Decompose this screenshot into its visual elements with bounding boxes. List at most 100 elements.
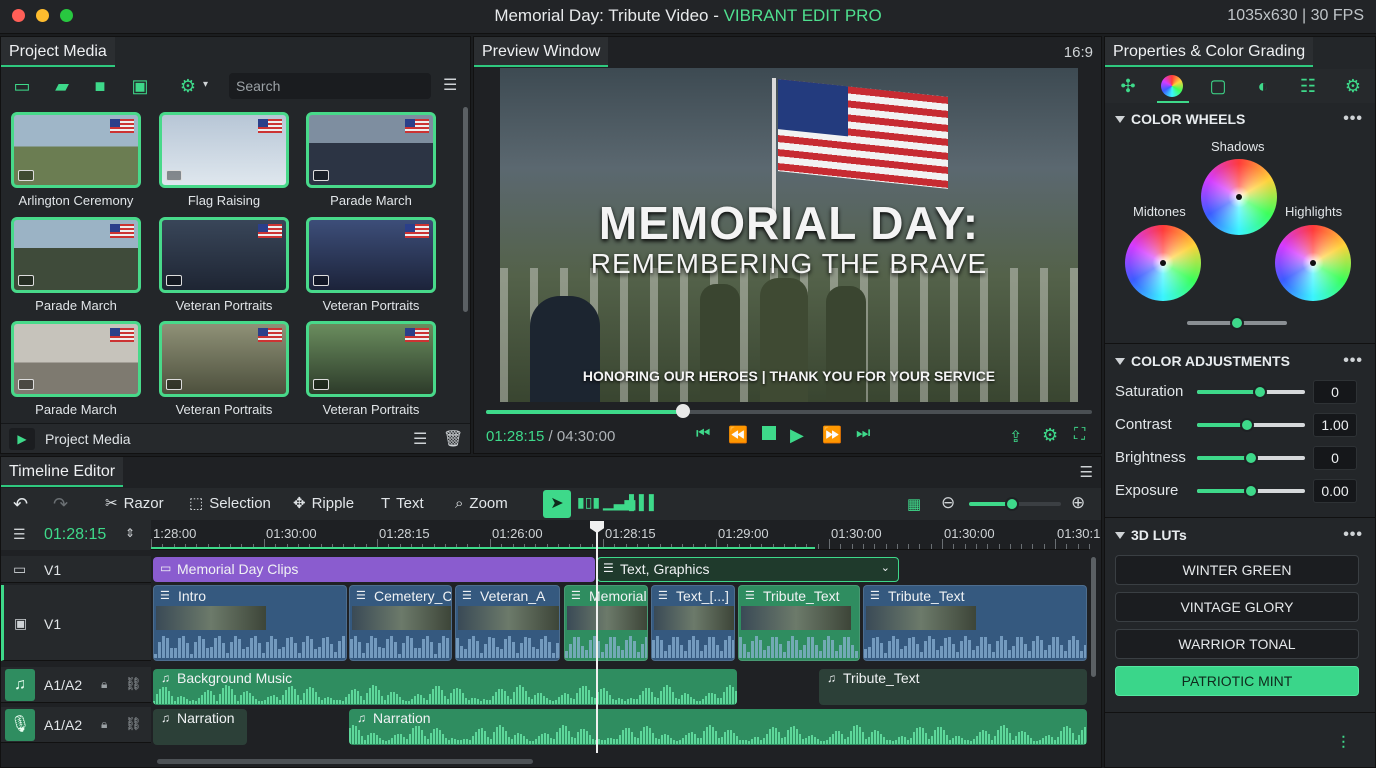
group-clip-memorial-day[interactable]: Memorial Day Clips ▭ [153,557,595,582]
selection-tool[interactable]: ⬚ Selection [189,488,271,520]
tab-timeline-editor[interactable]: Timeline Editor [1,457,124,487]
media-thumbnail[interactable] [11,321,141,397]
adjustment-slider-knob[interactable] [1239,418,1254,432]
waveform-icon[interactable]: ▮▯▮ [577,494,600,511]
razor-tool[interactable]: ✂ Razor [105,488,164,520]
timeline-vscroll[interactable] [1091,557,1096,677]
music-note-icon[interactable]: ♫ [5,669,35,701]
lock-icon[interactable]: 🔒︎ [101,677,107,692]
timeline-menu-icon[interactable]: ☰ [1080,463,1093,481]
color-adjustments-header[interactable]: COLOR ADJUSTMENTS ••• [1105,347,1375,375]
gear-icon[interactable]: ⚙ [1340,73,1366,99]
text-tool[interactable]: T Text [381,488,424,520]
adjustment-value[interactable]: 0 [1313,446,1357,470]
adjustment-slider-knob[interactable] [1244,484,1258,498]
video-clip[interactable]: Tribute_Text ☰ [738,585,860,661]
media-thumbnail[interactable] [306,321,436,397]
adjustment-value[interactable]: 1.00 [1313,413,1357,437]
open-folder-icon[interactable]: ▰ [49,73,75,99]
media-thumbnail[interactable] [159,217,289,293]
timeline-timecode[interactable]: 01:28:15 [44,526,106,544]
undo-icon[interactable]: ↶ [13,488,28,520]
sliders-icon[interactable]: ☷ [1295,73,1321,99]
snap-icon[interactable]: ▦ [907,495,921,513]
group-clip-text-graphics[interactable]: Text, Graphics ☰ ⌄ [597,557,899,582]
more-options-icon[interactable]: ••• [1343,105,1363,133]
tab-project-media[interactable]: Project Media [1,37,115,67]
play-media-button[interactable]: ▶ [9,428,35,450]
luts-header[interactable]: 3D LUTs ••• [1105,521,1375,549]
more-options-icon[interactable]: ••• [1343,347,1363,375]
audio-clip-background-music[interactable]: Background Music ♫ [153,669,737,705]
playhead-handle[interactable] [675,404,690,418]
fullscreen-icon[interactable]: ⛶ [1074,426,1085,444]
sort-icon[interactable]: ☰ [413,429,427,449]
shadows-wheel[interactable] [1201,159,1277,235]
time-ruler[interactable]: 1:28:00 01:30:00 01:28:15 01:26:00 01:28:15 0… [151,520,1100,550]
aspect-ratio[interactable]: 16:9 [1064,44,1093,61]
video-clip[interactable]: Veteran_A ☰ [455,585,560,661]
media-thumbnail[interactable] [159,112,289,188]
midtones-wheel[interactable] [1125,225,1201,301]
audio-clip-narration-1[interactable]: Narration ♫ [153,709,247,745]
stepper-icon[interactable]: ⇕ [125,526,135,540]
more-options-icon[interactable]: ••• [1343,521,1363,549]
wheel-master-knob[interactable] [1230,316,1244,330]
lock-icon[interactable]: 🔒︎ [101,717,107,732]
zoom-slider-knob[interactable] [1005,497,1019,511]
tab-properties[interactable]: Properties & Color Grading [1105,37,1314,67]
audio-clip-narration-2[interactable]: Narration ♫ [349,709,1087,745]
hamburger-icon[interactable]: ☰ [13,526,26,543]
media-thumbnail[interactable] [11,217,141,293]
fast-forward-icon[interactable]: ⏩ [822,425,842,445]
microphone-icon[interactable]: 🎙︎ [5,709,35,741]
zoom-in-icon[interactable]: ⊕ [1071,493,1085,513]
trash-icon[interactable]: 🗑 [443,429,463,449]
play-icon[interactable]: ▶ [790,425,804,446]
highlights-wheel[interactable] [1275,225,1351,301]
video-clip[interactable]: Tribute_Text ☰ [863,585,1087,661]
media-scrollbar[interactable] [463,107,468,312]
list-view-icon[interactable]: ☰ [443,75,457,95]
ripple-tool[interactable]: ✥ Ripple [293,488,354,520]
rewind-icon[interactable]: ⏪ [728,425,748,445]
folder-icon[interactable]: ▭ [13,561,26,578]
audio-clip-tribute-text[interactable]: Tribute_Text ♫ [819,669,1087,705]
export-icon[interactable]: ⇪ [1009,427,1022,447]
lut-button[interactable]: WARRIOR TONAL [1115,629,1359,659]
settings-gear-icon[interactable]: ⚙ [175,73,201,99]
timeline-hscroll[interactable] [157,759,533,764]
adjustment-slider-knob[interactable] [1252,385,1267,399]
media-thumbnail[interactable] [306,112,436,188]
zoom-out-icon[interactable]: ⊖ [941,493,955,513]
timeline-playhead[interactable] [596,525,598,753]
tab-preview-window[interactable]: Preview Window [474,37,609,67]
skip-end-icon[interactable]: ⏭ [856,425,870,443]
adjustment-slider-knob[interactable] [1244,451,1258,465]
video-clip[interactable]: Cemetery_C ☰ [349,585,452,661]
lut-button[interactable]: WINTER GREEN [1115,555,1359,585]
video-clip[interactable]: Intro ☰ [153,585,347,661]
adjustment-value[interactable]: 0 [1313,380,1357,404]
link-icon[interactable]: ⛓ [125,676,142,692]
zoom-tool[interactable]: ⌕ Zoom [455,488,508,520]
work-area-bar[interactable] [151,547,815,549]
meter-icon[interactable]: ▌▌▌ [629,494,659,510]
color-wheels-header[interactable]: COLOR WHEELS ••• [1105,105,1375,133]
crop-icon[interactable]: ▢ [1205,73,1231,99]
lut-button[interactable]: VINTAGE GLORY [1115,592,1359,622]
folder-icon[interactable]: ■ [87,73,113,99]
lut-button[interactable]: PATRIOTIC MINT [1115,666,1359,696]
stop-icon[interactable] [762,426,776,440]
chevron-down-icon[interactable]: ⌄ [881,561,890,574]
redo-icon[interactable]: ↷ [53,488,68,520]
video-clip[interactable]: Memorial ☰ [564,585,648,661]
new-folder-icon[interactable]: ▭ [9,73,35,99]
search-input[interactable]: Search [229,73,431,99]
chevron-down-icon[interactable]: ▾ [203,79,208,90]
video-clip[interactable]: Text_[...] ☰ [651,585,735,661]
save-icon[interactable]: ▣ [127,73,153,99]
skip-start-icon[interactable]: ⏮ [696,425,710,443]
film-icon[interactable]: ▣ [14,615,27,632]
color-wheel-icon[interactable] [1161,75,1183,97]
